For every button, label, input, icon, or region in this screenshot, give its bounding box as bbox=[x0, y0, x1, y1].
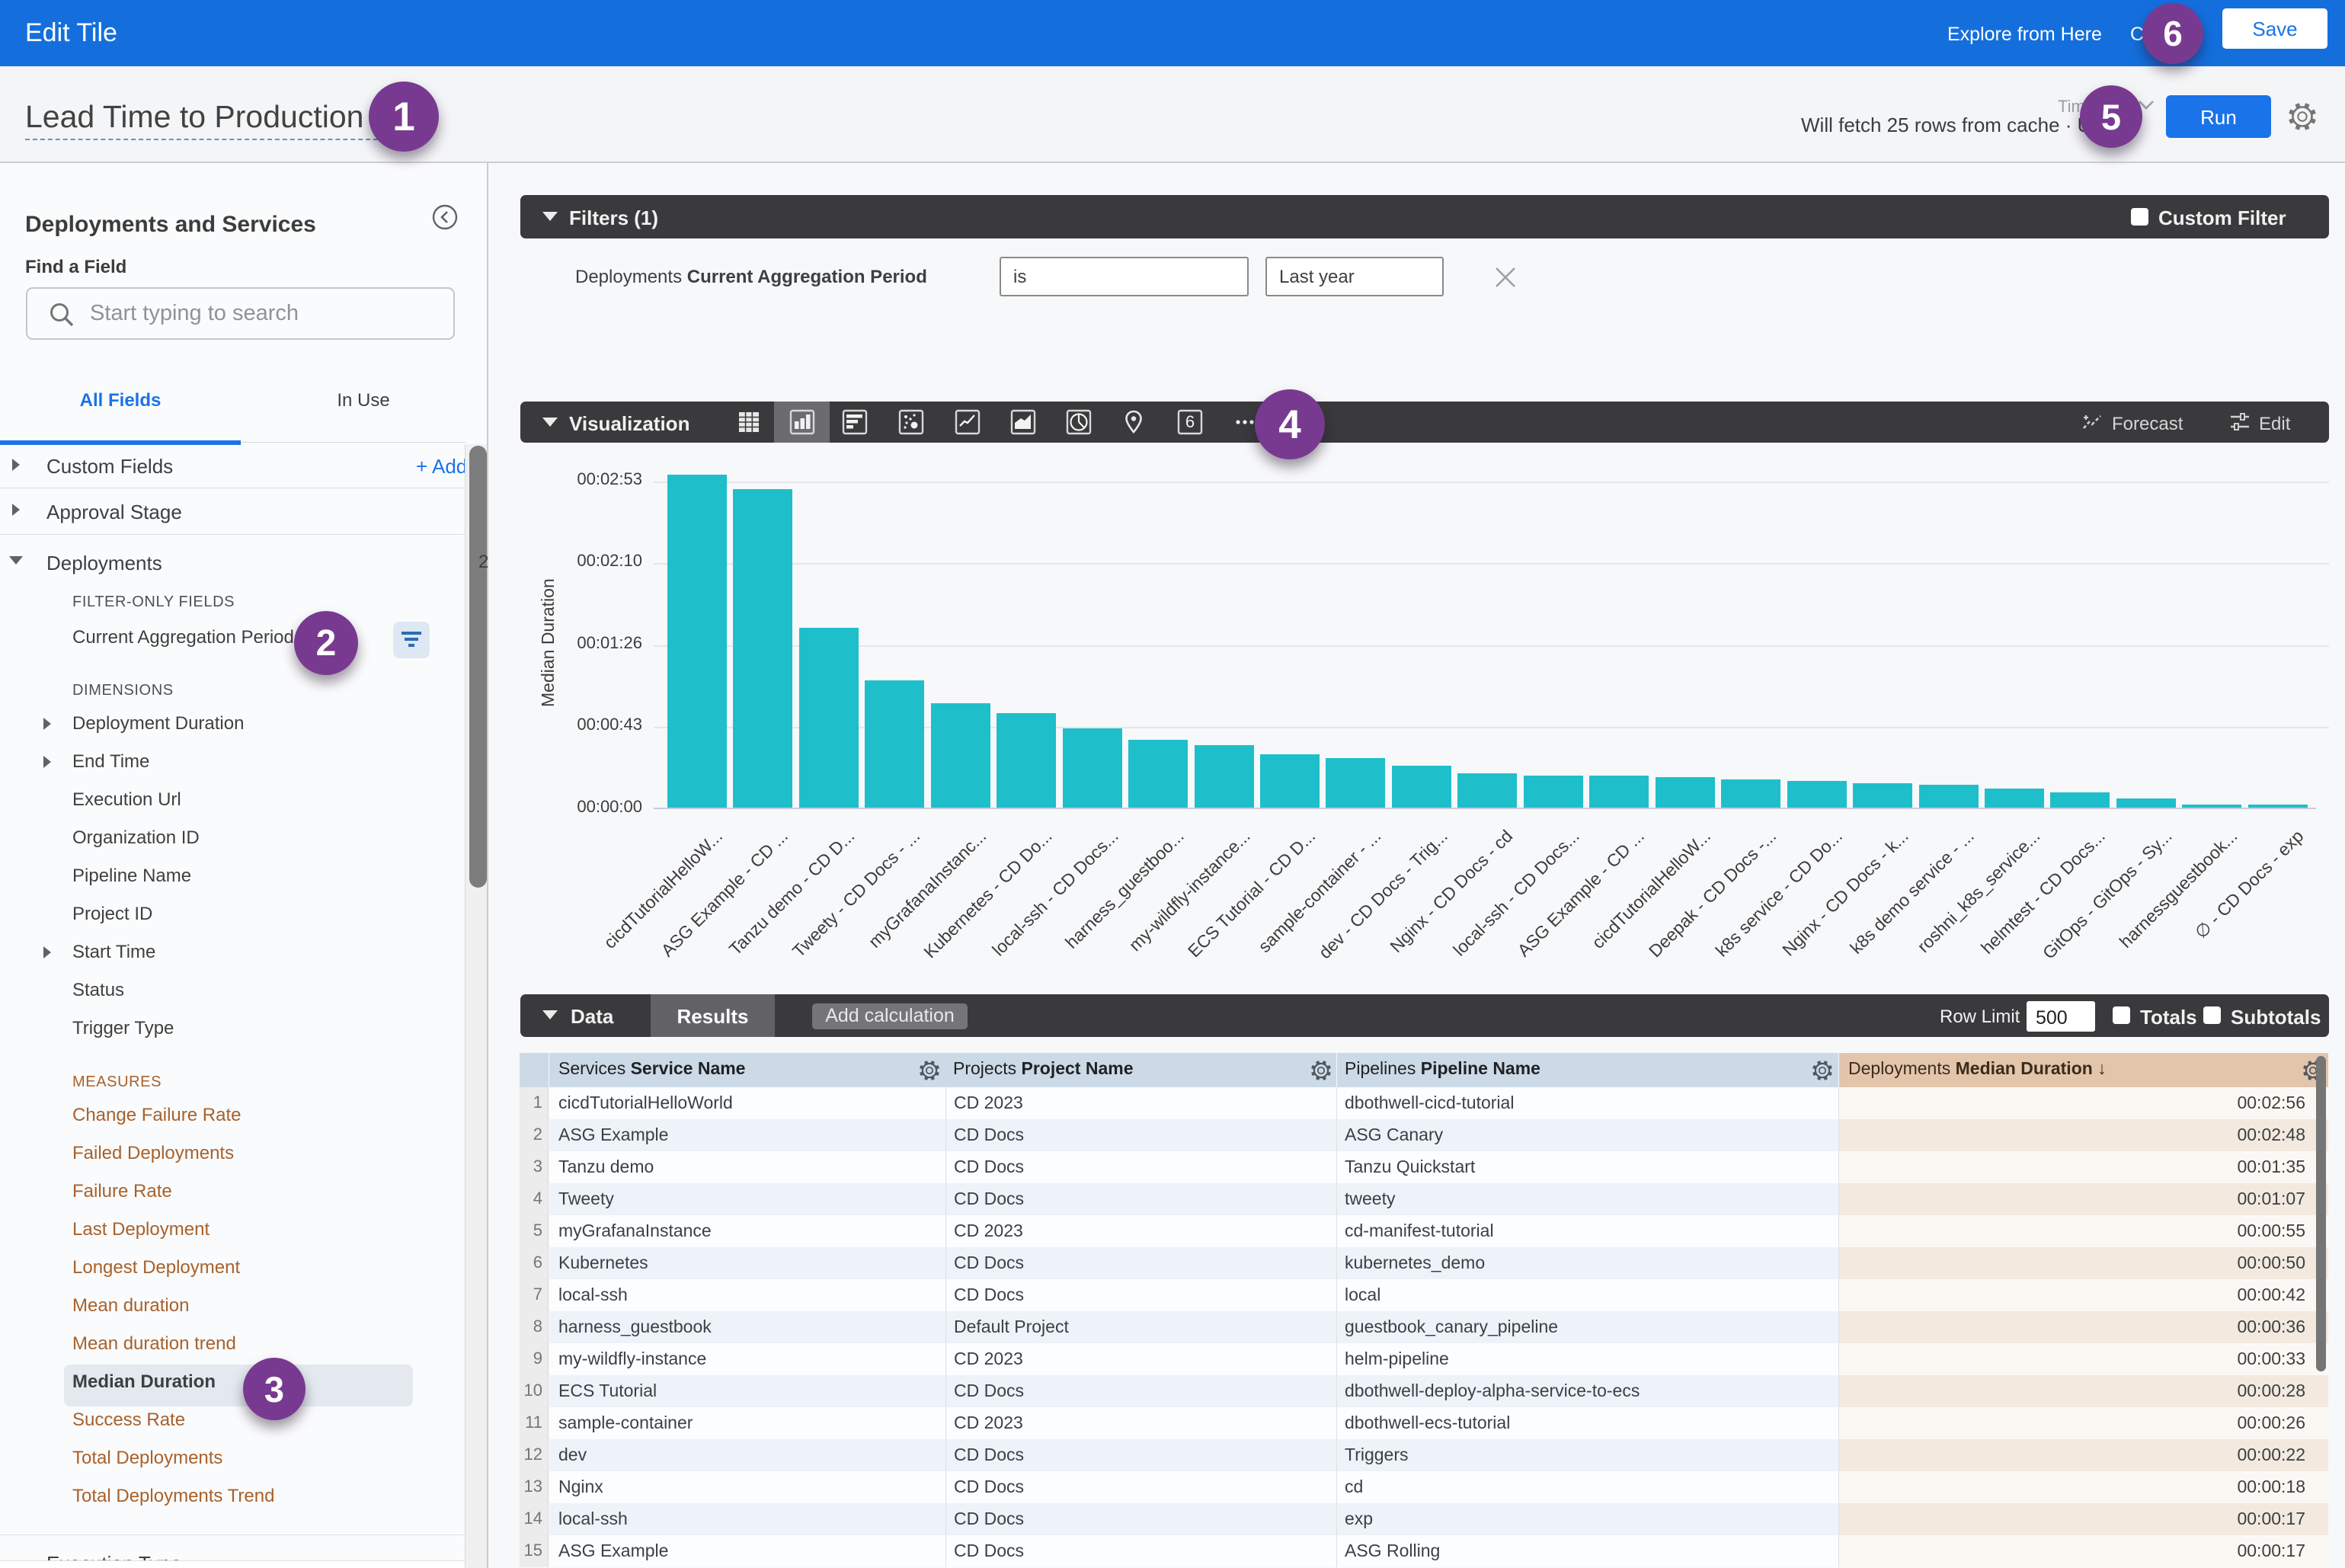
svg-text:6: 6 bbox=[1185, 412, 1195, 431]
